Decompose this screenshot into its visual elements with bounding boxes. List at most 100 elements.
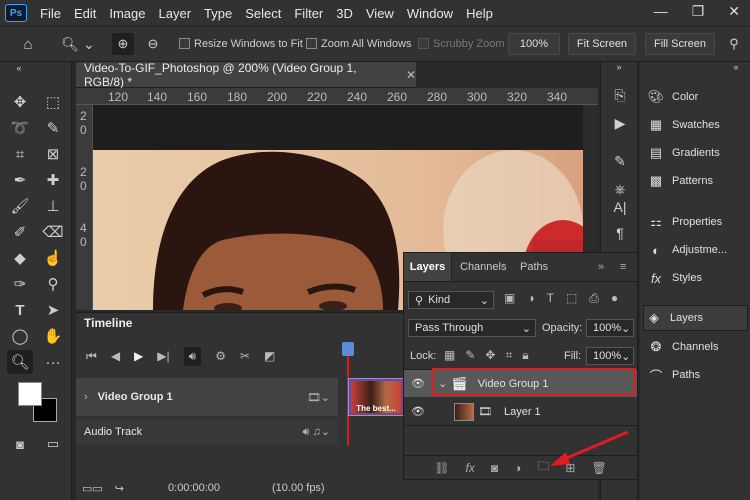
- home-icon[interactable]: ⌂: [18, 35, 38, 53]
- eraser-tool-icon[interactable]: ⌫: [40, 220, 66, 244]
- character-panel-icon[interactable]: A|: [609, 196, 631, 218]
- frame-view-icon[interactable]: ▭▭: [82, 482, 103, 495]
- filter-kind-select[interactable]: ⚲ Kind ⌄: [408, 291, 494, 309]
- history-panel-icon[interactable]: ⎘: [609, 84, 631, 106]
- menu-image[interactable]: Image: [109, 6, 145, 21]
- fill-field[interactable]: 100% ⌄: [586, 347, 634, 365]
- panel-menu-icon[interactable]: ≡: [620, 253, 626, 281]
- adjustment-layer-icon[interactable]: ◑: [514, 461, 521, 475]
- lasso-tool-icon[interactable]: ➰: [7, 116, 33, 140]
- settings-gear-icon[interactable]: ⚙: [215, 349, 226, 363]
- layers-tab[interactable]: Layers: [404, 253, 452, 281]
- scrubby-zoom-checkbox[interactable]: [418, 38, 429, 49]
- audio-toggle-icon[interactable]: 🔊︎: [183, 346, 202, 366]
- panel-paths[interactable]: ⌒ Paths: [646, 362, 746, 388]
- zoom-tool-preset-icon[interactable]: 🔍︎ ⌄: [58, 34, 98, 54]
- playhead-marker[interactable]: [342, 342, 354, 356]
- lock-transparency-icon[interactable]: ▦: [444, 348, 455, 363]
- first-frame-icon[interactable]: ⏮: [86, 349, 97, 364]
- lock-all-icon[interactable]: 🔒︎: [522, 348, 528, 363]
- close-icon[interactable]: ✕: [728, 3, 740, 20]
- panel-styles[interactable]: fx Styles: [646, 265, 746, 291]
- film-strip-icon[interactable]: 🎞︎⌄: [307, 391, 330, 404]
- panel-layers[interactable]: ◈ Layers: [643, 305, 748, 331]
- menu-select[interactable]: Select: [245, 6, 281, 21]
- paths-tab[interactable]: Paths: [520, 253, 548, 281]
- fill-screen-button[interactable]: Fill Screen: [645, 33, 715, 55]
- panel-gradients[interactable]: ▤ Gradients: [646, 140, 746, 166]
- frame-tool-icon[interactable]: ⊠: [40, 142, 66, 166]
- pen-tool-icon[interactable]: ✑: [7, 272, 33, 296]
- hand-tool-icon[interactable]: ✋: [40, 324, 66, 348]
- menu-file[interactable]: File: [40, 6, 61, 21]
- zoom-in-icon[interactable]: ⊕: [112, 33, 134, 55]
- lock-position-icon[interactable]: ✥: [485, 348, 495, 363]
- panel-channels[interactable]: ❂ Channels: [646, 334, 746, 360]
- play-icon[interactable]: ▶: [134, 349, 143, 363]
- shape-filter-icon[interactable]: ⬚: [566, 291, 577, 306]
- search-icon[interactable]: ⚲: [724, 35, 744, 53]
- path-selection-tool-icon[interactable]: ➤: [40, 298, 66, 322]
- menu-edit[interactable]: Edit: [74, 6, 96, 21]
- minimize-icon[interactable]: —: [654, 3, 668, 20]
- image-filter-icon[interactable]: ▣: [504, 291, 515, 306]
- eye-visibility-icon[interactable]: 👁︎: [404, 405, 432, 418]
- opacity-field[interactable]: 100% ⌄: [586, 319, 634, 337]
- zoom-all-checkbox[interactable]: [306, 38, 317, 49]
- add-mask-icon[interactable]: ◙: [491, 461, 498, 475]
- eyedropper-tool-icon[interactable]: ✒: [7, 168, 33, 192]
- menu-filter[interactable]: Filter: [294, 6, 323, 21]
- quick-mask-icon[interactable]: ◙: [7, 432, 33, 456]
- menu-layer[interactable]: Layer: [159, 6, 192, 21]
- fx-icon[interactable]: fx: [466, 461, 475, 475]
- type-filter-icon[interactable]: T: [547, 291, 554, 306]
- menu-type[interactable]: Type: [204, 6, 232, 21]
- menu-help[interactable]: Help: [466, 6, 493, 21]
- panel-swatches[interactable]: ▦ Swatches: [646, 112, 746, 138]
- panel-patterns[interactable]: ▩ Patterns: [646, 168, 746, 194]
- zoom-tool-icon[interactable]: 🔍︎: [7, 350, 33, 374]
- menu-view[interactable]: View: [366, 6, 394, 21]
- dodge-tool-icon[interactable]: ⚲: [40, 272, 66, 296]
- expand-panels-icon[interactable]: »: [611, 62, 627, 72]
- brush-tool-icon[interactable]: 🖌︎: [7, 194, 33, 218]
- close-document-icon[interactable]: ✕: [406, 68, 416, 82]
- quick-selection-tool-icon[interactable]: ✎: [40, 116, 66, 140]
- split-scissors-icon[interactable]: ✂: [240, 349, 250, 363]
- collapse-toolbar-icon[interactable]: «: [6, 62, 32, 74]
- fit-screen-button[interactable]: Fit Screen: [568, 33, 636, 55]
- lock-pixels-icon[interactable]: ✎: [465, 348, 475, 363]
- menu-window[interactable]: Window: [407, 6, 453, 21]
- ellipse-tool-icon[interactable]: ◯: [7, 324, 33, 348]
- panel-color[interactable]: 🎨︎ Color: [646, 84, 746, 110]
- blend-mode-select[interactable]: Pass Through ⌄: [408, 319, 536, 337]
- move-tool-icon[interactable]: ✥: [7, 90, 33, 114]
- brush-settings-icon[interactable]: ✎: [609, 150, 631, 172]
- adjustment-filter-icon[interactable]: ◑: [527, 291, 534, 306]
- music-note-icon[interactable]: 🔊︎ ♫⌄: [303, 425, 330, 439]
- channels-tab[interactable]: Channels: [460, 253, 506, 281]
- actions-panel-icon[interactable]: ▶: [609, 112, 631, 134]
- paint-bucket-tool-icon[interactable]: ◆: [7, 246, 33, 270]
- history-brush-tool-icon[interactable]: ✐: [7, 220, 33, 244]
- panel-properties[interactable]: ⚏ Properties: [646, 209, 746, 235]
- expand-track-icon[interactable]: ›: [84, 391, 88, 403]
- next-frame-icon[interactable]: ▶|: [157, 349, 169, 363]
- eye-visibility-icon[interactable]: 👁︎: [404, 377, 432, 390]
- previous-frame-icon[interactable]: ◀: [111, 349, 120, 363]
- restore-icon[interactable]: ❐: [692, 3, 705, 20]
- collapse-dock-icon[interactable]: «: [728, 62, 744, 72]
- spot-healing-tool-icon[interactable]: ✚: [40, 168, 66, 192]
- render-icon[interactable]: ↪: [115, 482, 124, 495]
- zoom-out-icon[interactable]: ⊖: [142, 33, 164, 55]
- screen-mode-icon[interactable]: ▭: [40, 432, 66, 456]
- collapse-layers-icon[interactable]: »: [598, 253, 604, 281]
- timeline-tab[interactable]: Timeline: [76, 312, 134, 334]
- panel-adjustments[interactable]: ◐ Adjustme...: [646, 237, 746, 263]
- marquee-tool-icon[interactable]: ⬚: [40, 90, 66, 114]
- menu-3d[interactable]: 3D: [336, 6, 353, 21]
- document-tab[interactable]: Video-To-GIF_Photoshop @ 200% (Video Gro…: [76, 61, 416, 89]
- lock-artboard-icon[interactable]: ⌗: [505, 348, 512, 363]
- filter-toggle-icon[interactable]: ●: [611, 291, 618, 306]
- video-clip[interactable]: The best...: [348, 378, 404, 416]
